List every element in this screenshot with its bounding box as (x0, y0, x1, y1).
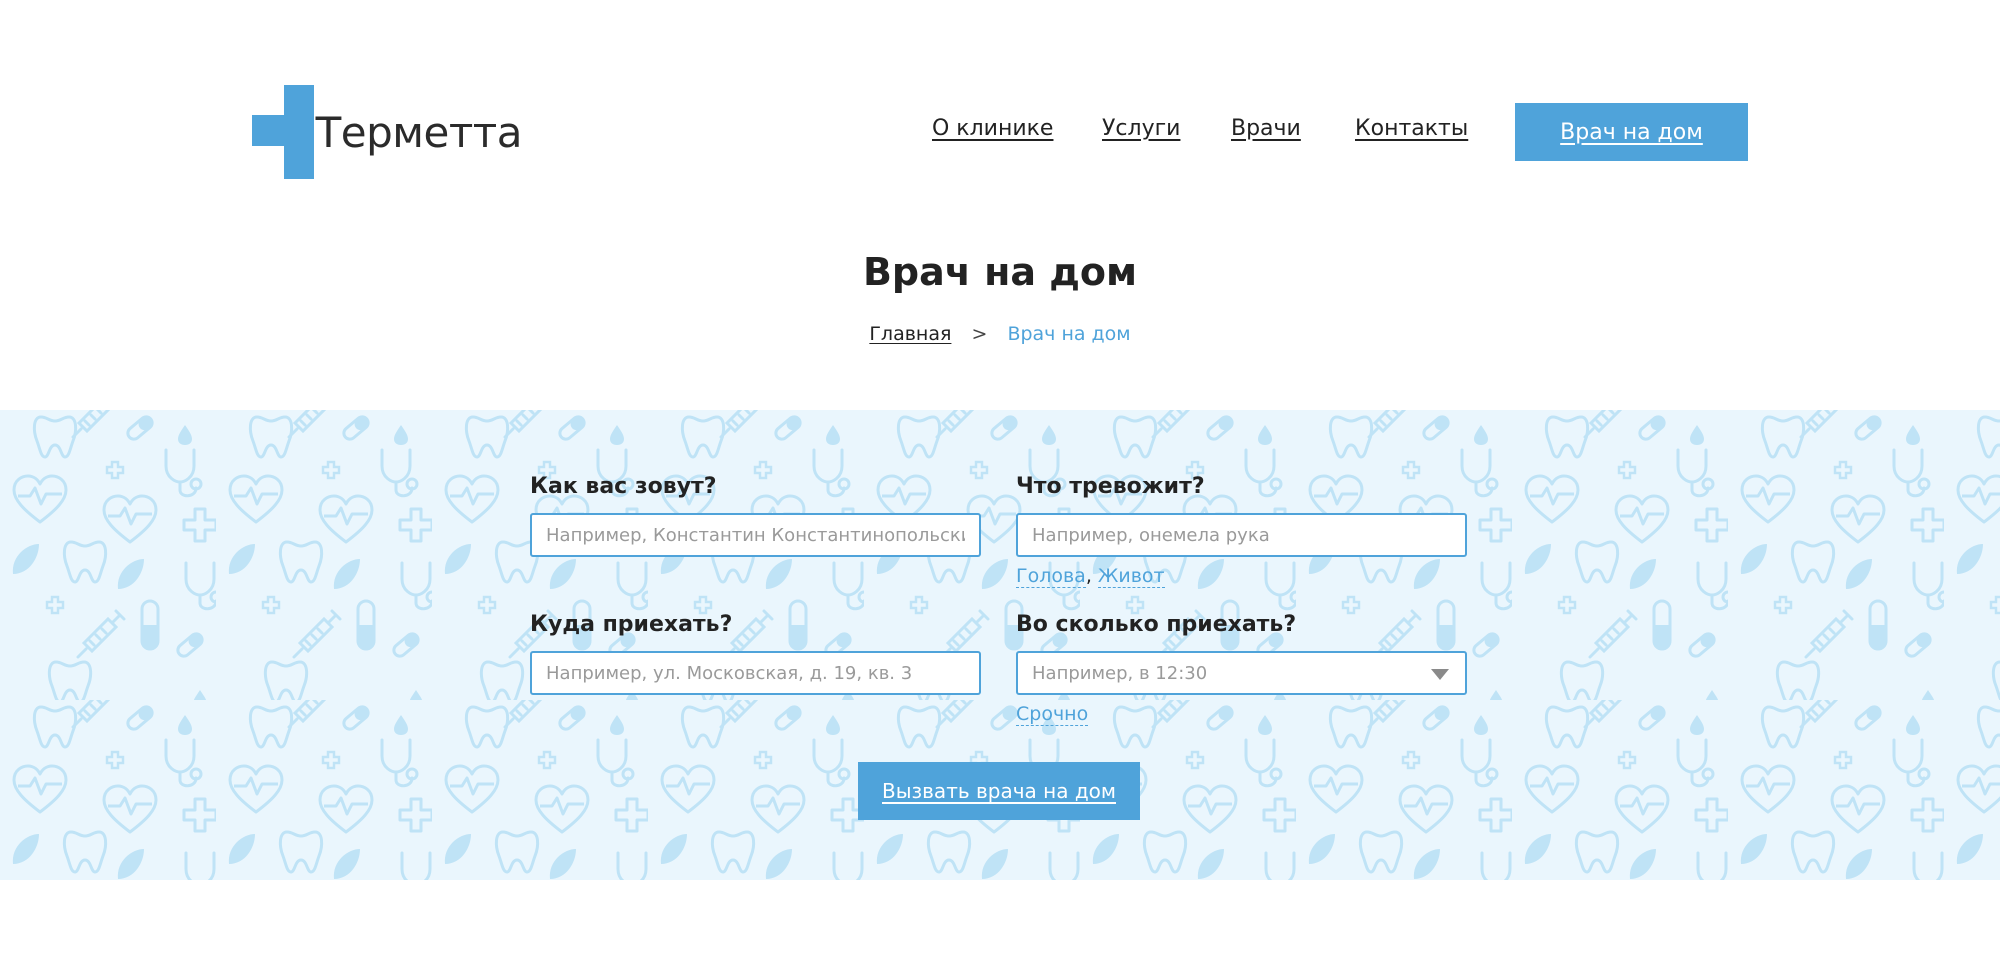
time-quick-options: Срочно (1016, 703, 1089, 726)
home-visit-button[interactable]: Врач на дом (1515, 103, 1748, 161)
nav-item-services[interactable]: Услуги (1102, 116, 1180, 141)
breadcrumb: Главная > Врач на дом (0, 323, 2000, 345)
home-visit-form-section: Как вас зовут? Что тревожит? Голова,Живо… (0, 410, 2000, 880)
address-input[interactable] (544, 661, 967, 685)
time-input[interactable] (1030, 661, 1453, 685)
suggestion-separator: , (1085, 565, 1092, 587)
nav-item-doctors[interactable]: Врачи (1231, 116, 1301, 141)
suggestion-head[interactable]: Голова (1016, 565, 1086, 588)
chevron-down-icon[interactable] (1431, 669, 1449, 680)
time-select[interactable] (1016, 651, 1467, 695)
complaint-input[interactable] (1030, 523, 1453, 547)
complaint-field[interactable] (1016, 513, 1467, 557)
urgent-option[interactable]: Срочно (1016, 703, 1089, 726)
breadcrumb-current: Врач на дом (1007, 323, 1131, 345)
complaint-label: Что тревожит? (1016, 474, 1205, 499)
logo[interactable]: Терметта (252, 85, 523, 179)
address-field[interactable] (530, 651, 981, 695)
submit-button[interactable]: Вызвать врача на дом (858, 762, 1140, 820)
name-label: Как вас зовут? (530, 474, 717, 499)
medical-cross-icon (252, 85, 314, 179)
address-label: Куда приехать? (530, 612, 733, 637)
name-field[interactable] (530, 513, 981, 557)
page-root: Терметта О клинике Услуги Врачи Контакты… (0, 0, 2000, 959)
brand-name: Терметта (315, 107, 523, 157)
nav-item-about[interactable]: О клинике (932, 116, 1053, 141)
complaint-suggestions: Голова, Живот (1016, 565, 1165, 588)
page-title: Врач на дом (862, 250, 1138, 294)
name-input[interactable] (544, 523, 967, 547)
time-label: Во сколько приехать? (1016, 612, 1297, 637)
nav-item-contacts[interactable]: Контакты (1355, 116, 1468, 141)
suggestion-stomach[interactable]: Живот (1097, 565, 1165, 588)
breadcrumb-separator: > (971, 323, 988, 345)
breadcrumb-home[interactable]: Главная (869, 323, 951, 345)
